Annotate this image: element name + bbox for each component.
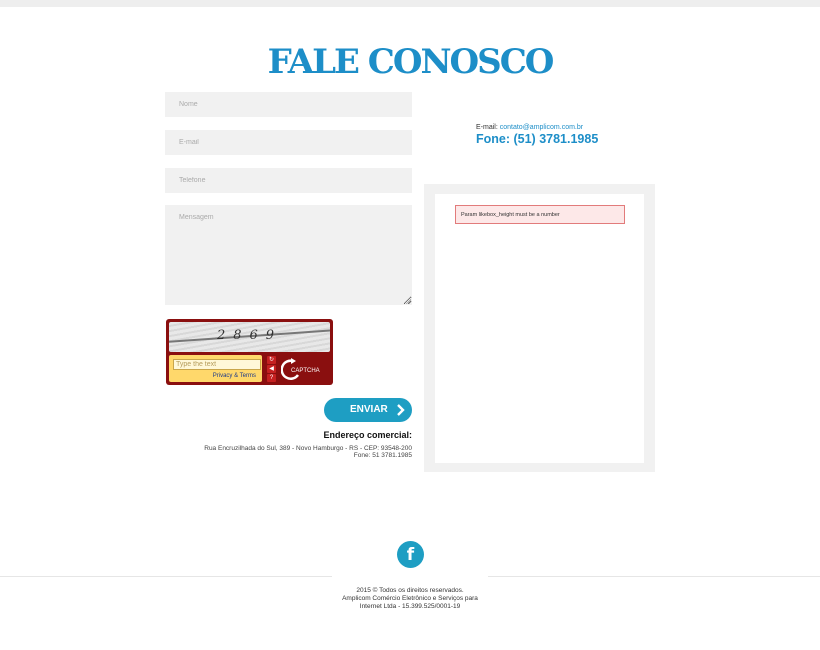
email-field[interactable]: [165, 130, 412, 155]
address-phone: Fone: 51 3781.1985: [353, 452, 412, 459]
contact-email: E-mail: contato@amplicom.com.br: [476, 124, 583, 131]
audio-icon[interactable]: ◀: [267, 365, 276, 373]
resize-grip-icon[interactable]: [406, 299, 411, 304]
likebox-frame: Param likebox_height must be a number: [435, 194, 644, 463]
captcha-widget: 2869 Privacy & Terms ↻ ◀ ? CAPTCHA: [166, 319, 333, 385]
captcha-logo-icon: CAPTCHA: [281, 358, 320, 380]
captcha-privacy-link[interactable]: Privacy & Terms: [213, 373, 256, 379]
footer-company-id: Internet Ltda - 15.399.525/0001-19: [359, 603, 461, 610]
captcha-code: 2869: [216, 328, 283, 343]
contact-email-label: E-mail:: [476, 124, 500, 131]
phone-field[interactable]: [165, 168, 412, 193]
chevron-right-icon: [397, 404, 405, 416]
send-button[interactable]: ENVIAR: [324, 398, 412, 422]
captcha-input[interactable]: [173, 359, 261, 370]
send-button-label: ENVIAR: [350, 404, 388, 415]
captcha-input-area: Privacy & Terms: [169, 355, 262, 382]
contact-phone: Fone: (51) 3781.1985: [476, 132, 599, 146]
name-field[interactable]: [165, 92, 412, 117]
social-panel: Param likebox_height must be a number: [424, 184, 655, 472]
likebox-error: Param likebox_height must be a number: [455, 205, 625, 224]
captcha-logo-text: CAPTCHA: [291, 368, 320, 374]
message-field[interactable]: [165, 205, 412, 305]
facebook-icon[interactable]: f: [397, 541, 424, 568]
footer-copyright: 2015 © Todos os direitos reservados.: [356, 587, 464, 594]
refresh-icon[interactable]: ↻: [267, 356, 276, 364]
page-title: FALE CONOSCO: [267, 42, 555, 82]
captcha-image: 2869: [169, 322, 330, 352]
contact-email-link[interactable]: contato@amplicom.com.br: [500, 124, 583, 131]
help-icon[interactable]: ?: [267, 374, 276, 382]
top-bar: [0, 0, 820, 7]
address-title: Endereço comercial:: [323, 430, 412, 440]
footer-company: Amplicom Comércio Eletrônico e Serviços …: [342, 595, 478, 602]
address-line: Rua Encruzilhada do Sul, 389 - Novo Hamb…: [204, 445, 412, 452]
